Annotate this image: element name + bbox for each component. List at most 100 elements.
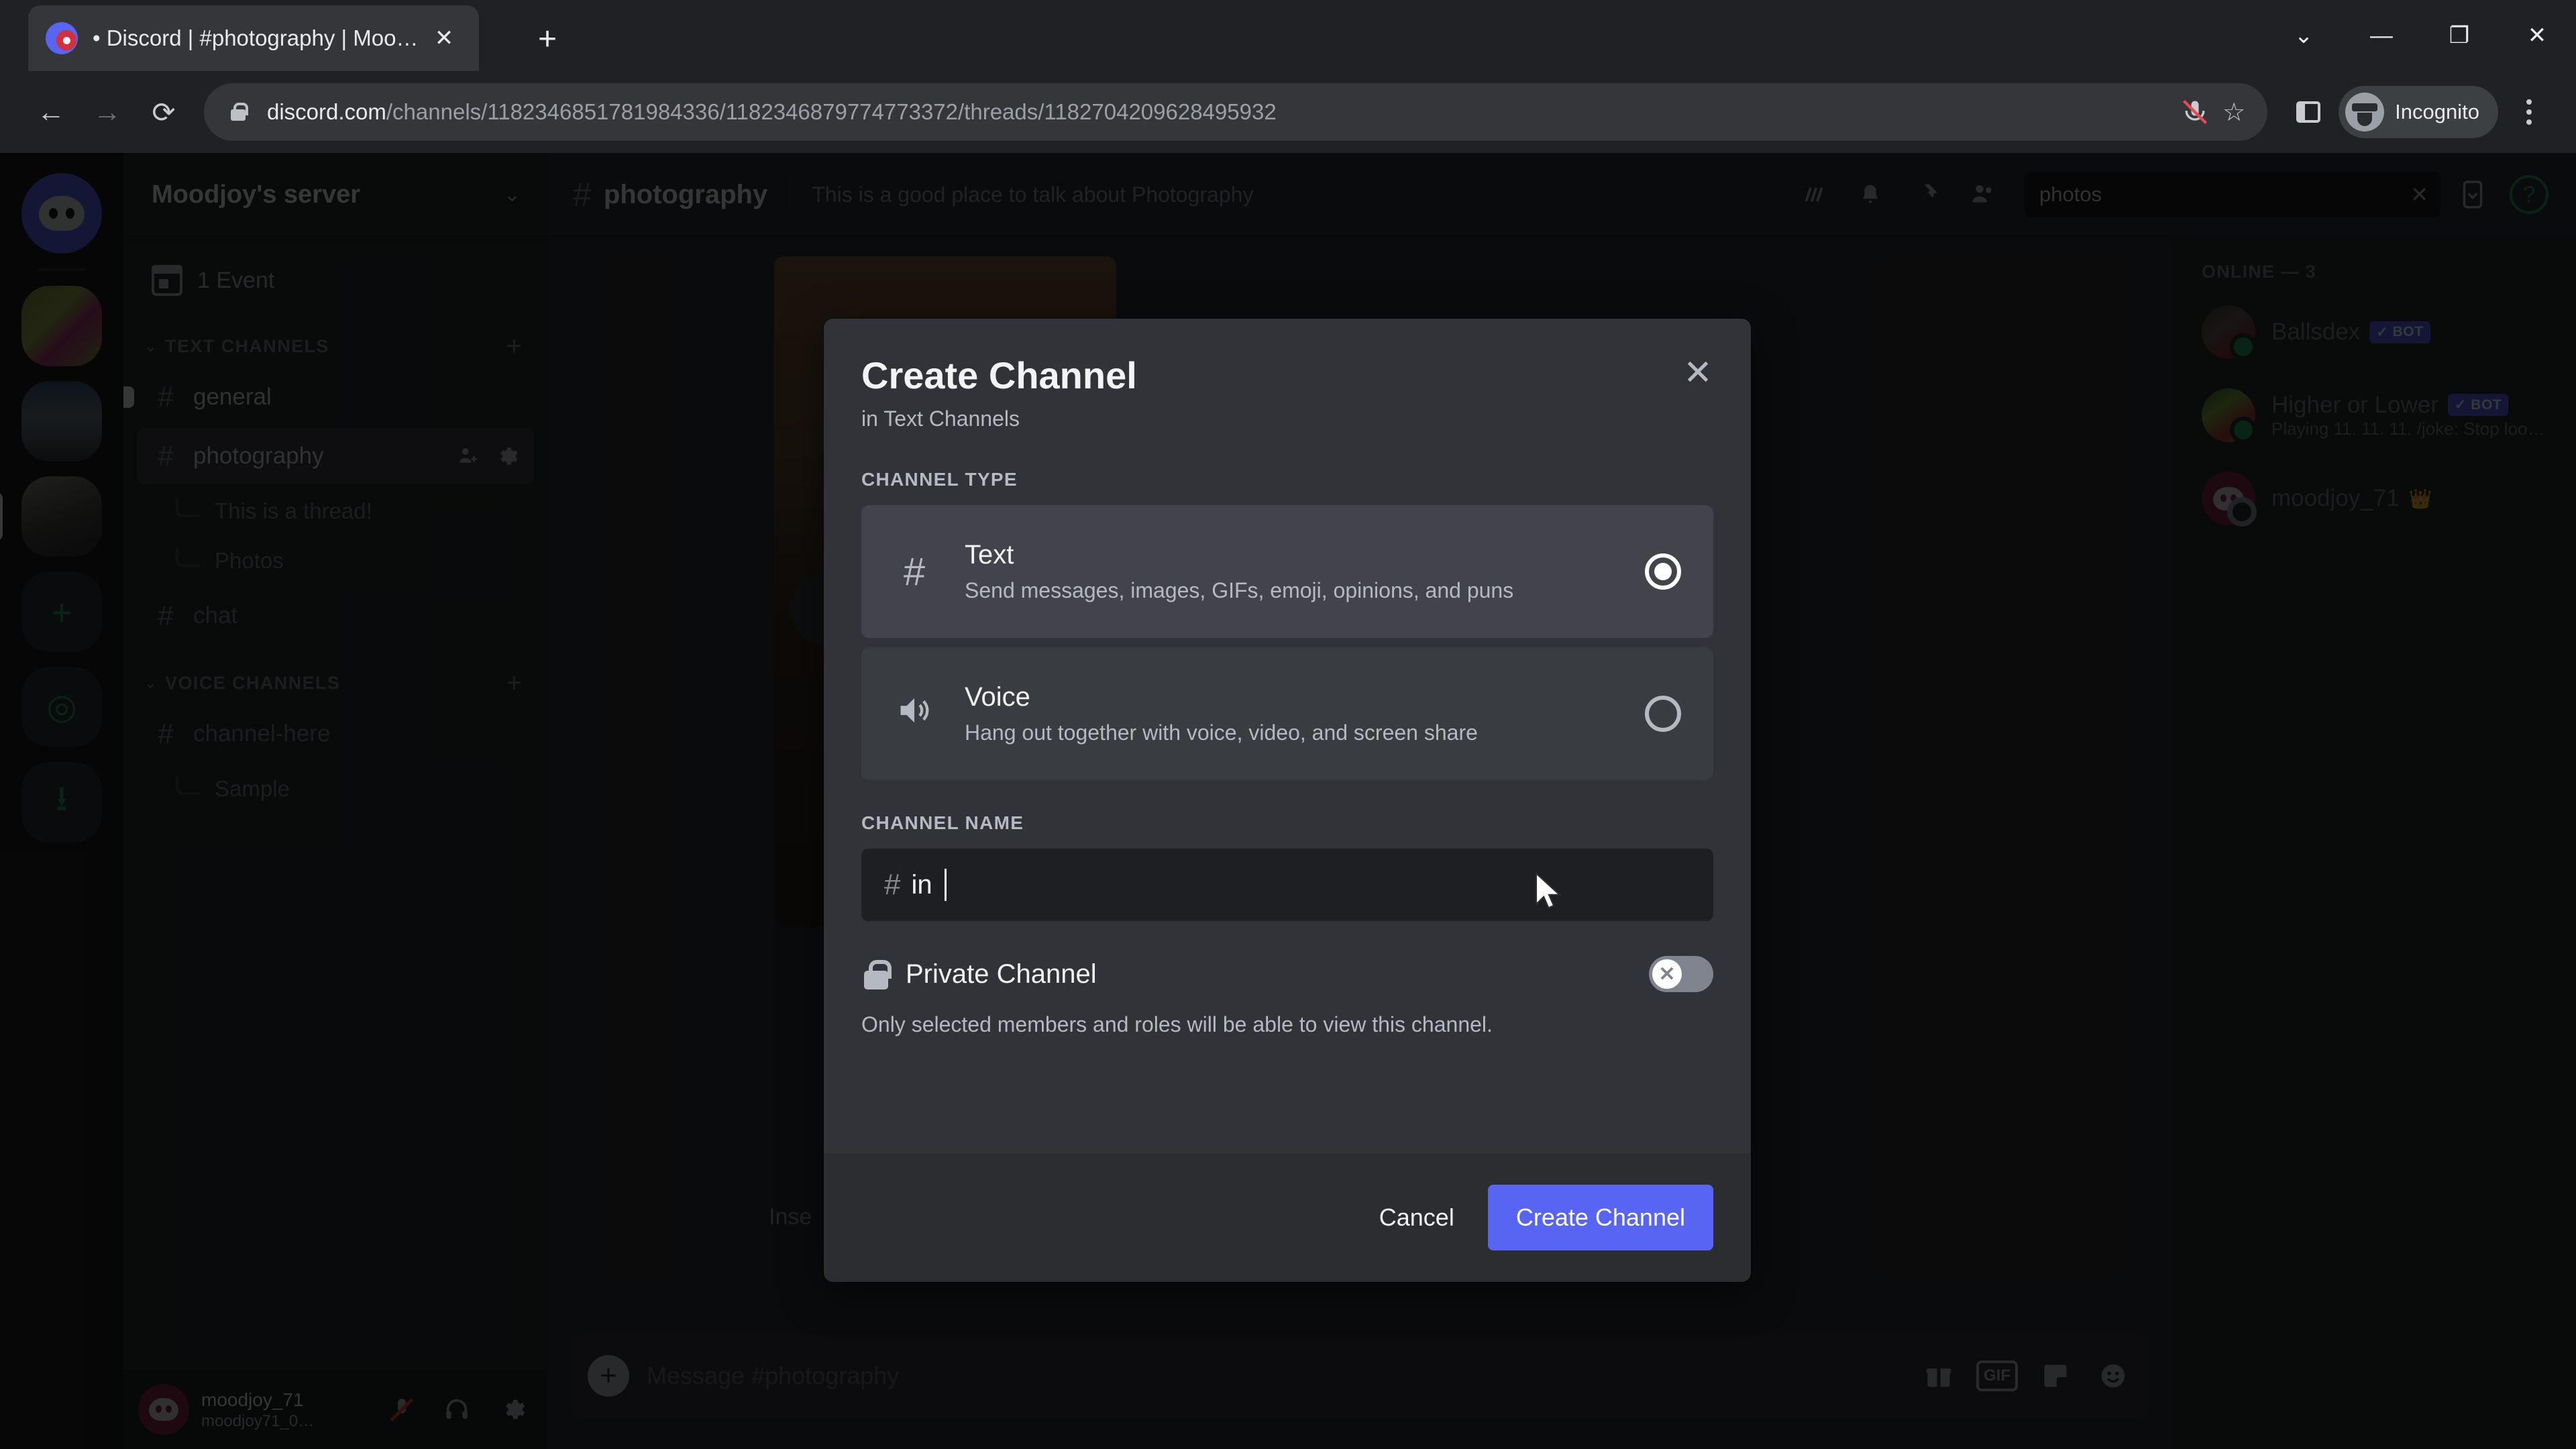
user-panel: moodjoy_71 moodjoy71_0… bbox=[123, 1370, 547, 1449]
mic-muted-icon[interactable] bbox=[378, 1387, 423, 1432]
browser-tab-discord[interactable]: • Discord | #photography | Moo… ✕ bbox=[28, 5, 479, 71]
maximize-button[interactable]: ❐ bbox=[2420, 0, 2498, 71]
sidebar-thread-this-is-a-thread[interactable]: This is a thread! bbox=[161, 487, 534, 535]
server-icon-3[interactable] bbox=[0, 476, 102, 557]
pinned-messages-icon[interactable] bbox=[1902, 170, 1951, 219]
server-rail: + ◎ ⭳ bbox=[0, 153, 123, 1449]
minimize-button[interactable]: — bbox=[2343, 0, 2420, 71]
cancel-button[interactable]: Cancel bbox=[1358, 1187, 1476, 1248]
channel-name: channel-here bbox=[193, 720, 331, 747]
gif-icon[interactable]: GIF bbox=[1976, 1360, 2018, 1391]
member-row[interactable]: Ballsdex ✓ BOT bbox=[2187, 292, 2563, 372]
bookmark-star-icon[interactable]: ☆ bbox=[2219, 97, 2249, 127]
chevron-down-icon: ⌄ bbox=[144, 674, 158, 692]
new-tab-button[interactable]: + bbox=[523, 15, 572, 63]
create-voice-channel-button[interactable]: + bbox=[506, 668, 522, 698]
thread-branch-icon bbox=[176, 498, 200, 517]
address-bar[interactable]: discord.com/channels/1182346851781984336… bbox=[204, 83, 2268, 141]
message-composer[interactable]: + Message #photography GIF bbox=[570, 1334, 2151, 1418]
inbox-icon[interactable] bbox=[2449, 170, 2497, 219]
channel-name-label: CHANNEL NAME bbox=[861, 812, 1024, 833]
server-header[interactable]: Moodjoy's server ⌄ bbox=[123, 153, 547, 236]
gift-icon[interactable] bbox=[1919, 1356, 1959, 1396]
close-window-button[interactable]: ✕ bbox=[2498, 0, 2576, 71]
search-input[interactable]: photos ✕ bbox=[2025, 172, 2440, 217]
back-icon[interactable]: ← bbox=[23, 84, 79, 140]
emoji-icon[interactable] bbox=[2093, 1356, 2133, 1396]
sidebar-channel-channel-here[interactable]: # channel-here bbox=[137, 706, 534, 762]
channel-name: photography bbox=[193, 443, 324, 469]
hash-icon: # bbox=[158, 440, 174, 472]
hash-icon: # bbox=[573, 176, 592, 213]
server-icon-1[interactable] bbox=[21, 286, 102, 366]
sticker-icon[interactable] bbox=[2035, 1356, 2076, 1396]
message-input-placeholder[interactable]: Message #photography bbox=[647, 1362, 1901, 1390]
private-channel-toggle[interactable]: ✕ bbox=[1649, 956, 1713, 992]
dialog-header: Create Channel in Text Channels ✕ bbox=[824, 319, 1751, 431]
sidebar-channel-chat[interactable]: # chat bbox=[137, 588, 534, 644]
threads-icon[interactable] bbox=[1790, 170, 1838, 219]
member-list-icon[interactable] bbox=[1959, 170, 2007, 219]
server-name: Moodjoy's server bbox=[152, 180, 361, 209]
channel-type-option-text[interactable]: # Text Send messages, images, GIFs, emoj… bbox=[861, 505, 1713, 638]
lock-icon bbox=[861, 958, 892, 990]
side-panel-icon[interactable] bbox=[2285, 89, 2332, 136]
clear-search-icon[interactable]: ✕ bbox=[2410, 182, 2428, 207]
private-channel-row: Private Channel ✕ bbox=[861, 956, 1713, 992]
server-icon-2[interactable] bbox=[21, 381, 102, 462]
incognito-label: Incognito bbox=[2395, 100, 2479, 123]
create-channel-button[interactable]: Create Channel bbox=[1487, 1185, 1713, 1250]
attach-file-button[interactable]: + bbox=[588, 1355, 629, 1397]
member-row[interactable]: moodjoy_71 👑 bbox=[2187, 458, 2563, 539]
discord-favicon bbox=[46, 22, 78, 54]
gear-icon[interactable] bbox=[494, 443, 521, 470]
member-row[interactable]: Higher or Lower ✓ BOT Playing 11. 11. 11.… bbox=[2187, 375, 2563, 455]
bot-badge: ✓ BOT bbox=[2448, 394, 2509, 416]
category-text-channels[interactable]: ⌄ TEXT CHANNELS + bbox=[123, 326, 547, 366]
channel-header: # photography This is a good place to ta… bbox=[547, 153, 2576, 236]
avatar[interactable] bbox=[138, 1384, 189, 1435]
dialog-footer: Cancel Create Channel bbox=[824, 1153, 1751, 1282]
sidebar-thread-sample[interactable]: Sample bbox=[161, 765, 534, 813]
explore-servers-button[interactable]: ◎ bbox=[21, 667, 102, 747]
member-list-header: ONLINE — 3 bbox=[2202, 262, 2317, 282]
member-name: Ballsdex bbox=[2271, 319, 2361, 345]
mic-muted-icon[interactable] bbox=[2180, 97, 2210, 127]
close-tab-icon[interactable]: ✕ bbox=[427, 21, 462, 56]
create-channel-dialog: Create Channel in Text Channels ✕ CHANNE… bbox=[824, 319, 1751, 1282]
events-row[interactable]: 1 Event bbox=[138, 254, 533, 307]
header-divider bbox=[789, 177, 791, 212]
member-name: Higher or Lower bbox=[2271, 391, 2438, 418]
channel-type-option-voice[interactable]: Voice Hang out together with voice, vide… bbox=[861, 647, 1713, 780]
channel-name: general bbox=[193, 384, 272, 410]
headphones-icon[interactable] bbox=[435, 1387, 479, 1432]
radio-text-selected[interactable] bbox=[1645, 553, 1681, 590]
notifications-bell-icon[interactable] bbox=[1846, 170, 1894, 219]
create-invite-icon[interactable] bbox=[455, 443, 482, 470]
incognito-indicator[interactable]: Incognito bbox=[2339, 86, 2498, 138]
sidebar-channel-general[interactable]: # general bbox=[123, 369, 534, 425]
user-username: moodjoy71_0… bbox=[201, 1411, 315, 1430]
download-apps-button[interactable]: ⭳ bbox=[21, 762, 102, 843]
add-server-button[interactable]: + bbox=[21, 572, 102, 652]
help-icon[interactable]: ? bbox=[2505, 170, 2553, 219]
forward-icon[interactable]: → bbox=[79, 84, 136, 140]
sidebar-channel-photography[interactable]: # photography bbox=[137, 428, 534, 484]
category-voice-channels[interactable]: ⌄ VOICE CHANNELS + bbox=[123, 663, 547, 703]
close-icon[interactable]: ✕ bbox=[1674, 350, 1721, 396]
gear-icon[interactable] bbox=[491, 1387, 535, 1432]
sidebar-thread-photos[interactable]: Photos bbox=[161, 537, 534, 585]
minimize-to-tray-button[interactable]: ⌄ bbox=[2265, 0, 2343, 71]
create-text-channel-button[interactable]: + bbox=[506, 331, 522, 362]
reload-icon[interactable]: ⟳ bbox=[136, 84, 192, 140]
browser-menu-icon[interactable] bbox=[2505, 88, 2553, 136]
home-button[interactable] bbox=[21, 173, 102, 254]
avatar bbox=[2202, 388, 2257, 443]
channel-type-name: Voice bbox=[965, 682, 1030, 712]
browser-toolbar: ← → ⟳ discord.com/channels/1182346851781… bbox=[0, 71, 2576, 153]
category-label: TEXT CHANNELS bbox=[165, 335, 329, 356]
radio-voice-unselected[interactable] bbox=[1645, 696, 1681, 732]
calendar-icon bbox=[152, 265, 182, 296]
crown-icon: 👑 bbox=[2408, 488, 2432, 509]
channel-name-input[interactable]: # in bbox=[861, 849, 1713, 921]
